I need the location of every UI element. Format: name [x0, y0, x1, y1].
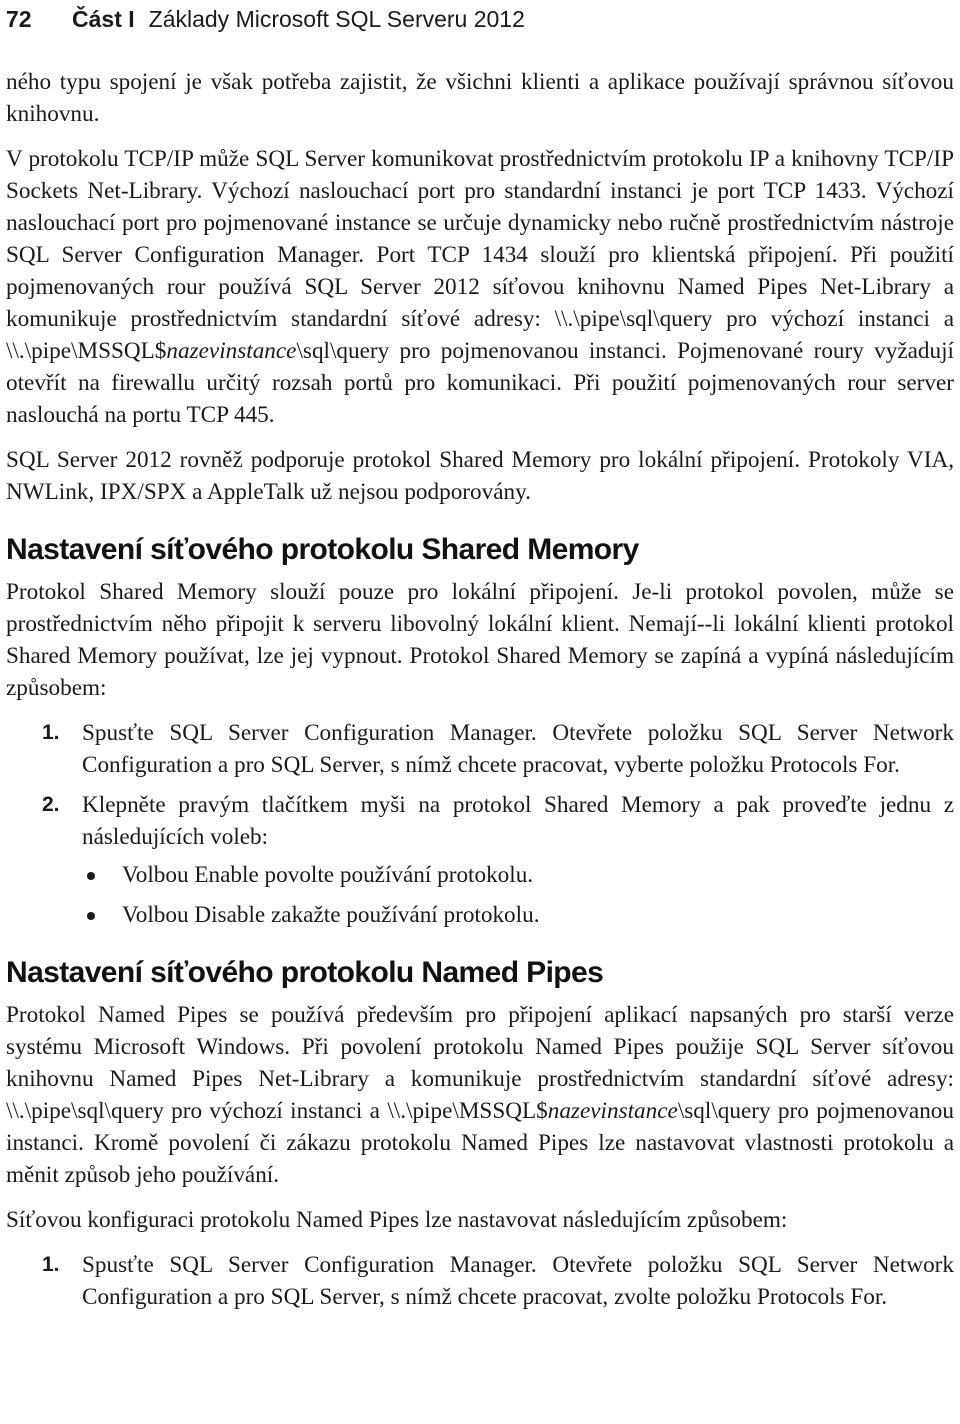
step-item: 1. Spusťte SQL Server Configuration Mana…	[6, 1249, 954, 1313]
text-run: V protokolu TCP/IP může SQL Server komun…	[6, 146, 954, 364]
step-item: 2. Klepněte pravým tlačítkem myši na pro…	[6, 789, 954, 931]
step-number: 1.	[42, 1253, 60, 1276]
part-label: Část I	[72, 5, 135, 32]
bullet-text: Volbou Disable zakažte používání protoko…	[122, 902, 540, 928]
paragraph-named-pipes-intro: Protokol Named Pipes se používá předevší…	[6, 999, 954, 1191]
section-heading-named-pipes: Nastavení síťového protokolu Named Pipes	[6, 956, 604, 989]
step-number: 1.	[42, 721, 60, 744]
page-number: 72	[6, 5, 32, 32]
step-item: 1. Spusťte SQL Server Configuration Mana…	[6, 717, 954, 781]
paragraph-named-pipes-config: Síťovou konfiguraci protokolu Named Pipe…	[6, 1207, 788, 1233]
bullet-icon	[87, 912, 95, 920]
option-bullets: Volbou Enable povolte používání protokol…	[82, 859, 954, 931]
bullet-item: Volbou Enable povolte používání protokol…	[82, 859, 954, 891]
named-pipes-steps: 1. Spusťte SQL Server Configuration Mana…	[6, 1249, 954, 1313]
paragraph-shared-memory-support: SQL Server 2012 rovněž podporuje protoko…	[6, 447, 954, 505]
paragraph-shared-memory-intro: Protokol Shared Memory slouží pouze pro …	[6, 579, 954, 701]
running-header: 72 Část I Základy Microsoft SQL Serveru …	[6, 2, 525, 36]
book-title: Základy Microsoft SQL Serveru 2012	[148, 5, 525, 32]
paragraph-tcpip: V protokolu TCP/IP může SQL Server komun…	[6, 143, 954, 431]
step-number: 2.	[42, 793, 60, 816]
bullet-text: Volbou Enable povolte používání protokol…	[122, 862, 534, 888]
shared-memory-steps: 1. Spusťte SQL Server Configuration Mana…	[6, 717, 954, 931]
section-heading-shared-memory: Nastavení síťového protokolu Shared Memo…	[6, 533, 639, 566]
instance-name-italic: nazevinstance	[547, 1098, 678, 1124]
step-text: Spusťte SQL Server Configuration Manager…	[82, 720, 954, 778]
page-body: ného typu spojení je však potřeba zajist…	[6, 66, 954, 1325]
instance-name-italic: nazevinstance	[166, 338, 297, 364]
paragraph-continuation: ného typu spojení je však potřeba zajist…	[6, 69, 954, 127]
step-text: Spusťte SQL Server Configuration Manager…	[82, 1252, 954, 1310]
step-text: Klepněte pravým tlačítkem myši na protok…	[82, 792, 954, 850]
bullet-icon	[87, 872, 95, 880]
bullet-item: Volbou Disable zakažte používání protoko…	[82, 899, 954, 931]
